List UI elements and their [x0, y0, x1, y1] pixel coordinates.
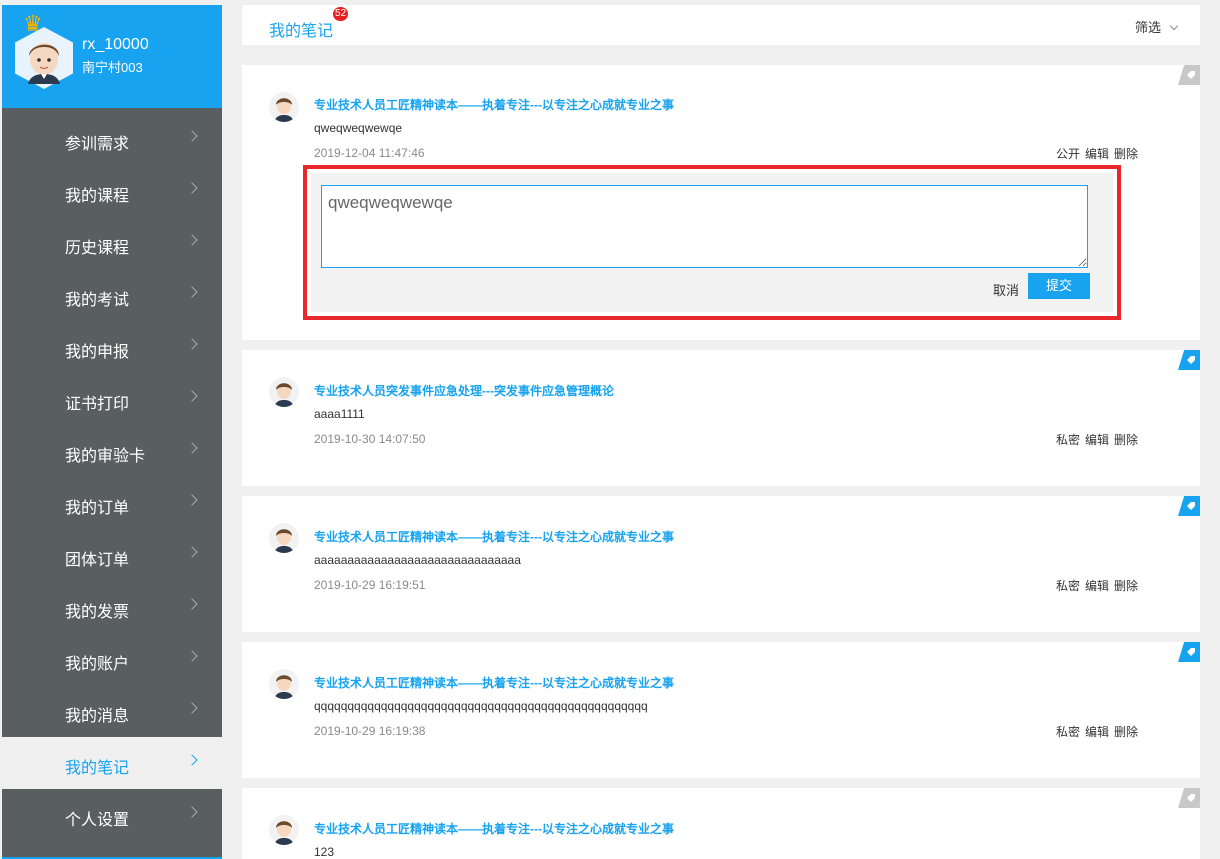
chevron-right-icon — [186, 546, 198, 558]
edit-link[interactable]: 编辑 — [1085, 579, 1109, 593]
page-title: 我的笔记 — [269, 23, 334, 40]
avatar-image — [28, 43, 60, 84]
note-actions: 私密 编辑 删除 — [1051, 723, 1138, 740]
note-actions: 私密 编辑 删除 — [1051, 577, 1138, 594]
note-actions: 私密 编辑 删除 — [1051, 431, 1138, 448]
delete-link[interactable]: 删除 — [1114, 433, 1138, 447]
note-timestamp: 2019-10-30 14:07:50 — [314, 432, 426, 446]
notes-header: 我的笔记 52 筛选 — [242, 5, 1200, 45]
chevron-right-icon — [186, 754, 198, 766]
delete-link[interactable]: 删除 — [1114, 147, 1138, 161]
sidebar-item-my-review-card[interactable]: 我的审验卡 — [2, 425, 222, 477]
user-organization: 南宁村003 — [82, 60, 143, 75]
user-profile: ♛ rx_10000 南宁村003 — [2, 5, 222, 108]
note-avatar — [269, 815, 299, 845]
visibility-toggle[interactable]: 私密 — [1056, 433, 1080, 447]
edit-link[interactable]: 编辑 — [1085, 433, 1109, 447]
note-actions: 公开 编辑 删除 — [1051, 145, 1138, 162]
sidebar-menu: 参训需求 我的课程 历史课程 我的考试 我的申报 证书打印 我的审验卡 我的订单… — [2, 113, 222, 841]
note-title[interactable]: 专业技术人员工匠精神读本——执着专注---以专注之心成就专业之事 — [314, 528, 674, 545]
note-timestamp: 2019-12-04 11:47:46 — [314, 146, 425, 160]
tag-icon[interactable] — [1178, 642, 1200, 662]
chevron-right-icon — [186, 130, 198, 142]
sidebar-item-training-needs[interactable]: 参训需求 — [2, 113, 222, 165]
note-timestamp: 2019-10-29 16:19:51 — [314, 578, 426, 592]
note-title[interactable]: 专业技术人员工匠精神读本——执着专注---以专注之心成就专业之事 — [314, 674, 674, 691]
chevron-right-icon — [186, 390, 198, 402]
delete-link[interactable]: 删除 — [1114, 725, 1138, 739]
note-avatar — [269, 377, 299, 407]
tag-icon[interactable] — [1178, 65, 1200, 85]
note-title[interactable]: 专业技术人员突发事件应急处理---突发事件应急管理概论 — [314, 382, 614, 399]
note-card: 专业技术人员工匠精神读本——执着专注---以专注之心成就专业之事 qqqqqqq… — [242, 642, 1200, 778]
note-content: aaaaaaaaaaaaaaaaaaaaaaaaaaaaaaa — [314, 553, 521, 567]
chevron-down-icon — [1169, 21, 1179, 31]
sidebar-item-my-applications[interactable]: 我的申报 — [2, 321, 222, 373]
note-timestamp: 2019-10-29 16:19:38 — [314, 724, 426, 738]
sidebar-item-history-courses[interactable]: 历史课程 — [2, 217, 222, 269]
edit-note-panel: 取消 提交 — [311, 173, 1113, 312]
delete-link[interactable]: 删除 — [1114, 579, 1138, 593]
sidebar-item-my-account[interactable]: 我的账户 — [2, 633, 222, 685]
avatar[interactable]: ♛ — [15, 13, 73, 89]
sidebar-item-my-messages[interactable]: 我的消息 — [2, 685, 222, 737]
note-content: aaaa1111 — [314, 407, 365, 421]
chevron-right-icon — [186, 650, 198, 662]
chevron-right-icon — [186, 234, 198, 246]
note-card: 专业技术人员工匠精神读本——执着专注---以专注之心成就专业之事 aaaaaaa… — [242, 496, 1200, 632]
sidebar-item-certificate-print[interactable]: 证书打印 — [2, 373, 222, 425]
edit-link[interactable]: 编辑 — [1085, 147, 1109, 161]
sidebar-item-my-orders[interactable]: 我的订单 — [2, 477, 222, 529]
filter-dropdown[interactable]: 筛选 — [1135, 17, 1179, 36]
note-avatar — [269, 669, 299, 699]
crown-icon: ♛ — [23, 11, 43, 36]
sidebar-item-group-orders[interactable]: 团体订单 — [2, 529, 222, 581]
chevron-right-icon — [186, 494, 198, 506]
user-name: rx_10000 — [82, 36, 149, 53]
sidebar-item-my-notes[interactable]: 我的笔记 — [2, 737, 222, 789]
chevron-right-icon — [186, 442, 198, 454]
note-card: 专业技术人员突发事件应急处理---突发事件应急管理概论 aaaa1111 201… — [242, 350, 1200, 486]
note-avatar — [269, 92, 299, 122]
chevron-right-icon — [186, 286, 198, 298]
note-title[interactable]: 专业技术人员工匠精神读本——执着专注---以专注之心成就专业之事 — [314, 820, 674, 837]
chevron-right-icon — [186, 702, 198, 714]
note-avatar — [269, 523, 299, 553]
note-card: 专业技术人员工匠精神读本——执着专注---以专注之心成就专业之事 qweqweq… — [242, 65, 1200, 340]
edit-note-highlight: 取消 提交 — [303, 165, 1121, 320]
note-card: 专业技术人员工匠精神读本——执着专注---以专注之心成就专业之事 123 — [242, 788, 1200, 859]
submit-button[interactable]: 提交 — [1028, 273, 1090, 299]
tag-icon[interactable] — [1178, 496, 1200, 516]
sidebar: ♛ rx_10000 南宁村003 参训需求 我的课程 历史课程 我的考试 我的… — [2, 5, 222, 859]
sidebar-item-my-exams[interactable]: 我的考试 — [2, 269, 222, 321]
chevron-right-icon — [186, 182, 198, 194]
note-title[interactable]: 专业技术人员工匠精神读本——执着专注---以专注之心成就专业之事 — [314, 96, 674, 113]
edit-link[interactable]: 编辑 — [1085, 725, 1109, 739]
tag-icon[interactable] — [1178, 350, 1200, 370]
tag-icon[interactable] — [1178, 788, 1200, 808]
sidebar-item-my-courses[interactable]: 我的课程 — [2, 165, 222, 217]
chevron-right-icon — [186, 338, 198, 350]
sidebar-item-my-invoices[interactable]: 我的发票 — [2, 581, 222, 633]
chevron-right-icon — [186, 598, 198, 610]
note-content: qweqweqwewqe — [314, 121, 403, 135]
note-content: 123 — [314, 845, 335, 859]
visibility-toggle[interactable]: 私密 — [1056, 725, 1080, 739]
note-content: qqqqqqqqqqqqqqqqqqqqqqqqqqqqqqqqqqqqqqqq… — [314, 699, 648, 713]
cancel-button[interactable]: 取消 — [993, 280, 1019, 299]
chevron-right-icon — [186, 806, 198, 818]
sidebar-item-personal-settings[interactable]: 个人设置 — [2, 789, 222, 841]
notes-count-badge: 52 — [333, 7, 349, 21]
note-edit-textarea[interactable] — [321, 185, 1088, 268]
visibility-toggle[interactable]: 公开 — [1056, 147, 1080, 161]
visibility-toggle[interactable]: 私密 — [1056, 579, 1080, 593]
